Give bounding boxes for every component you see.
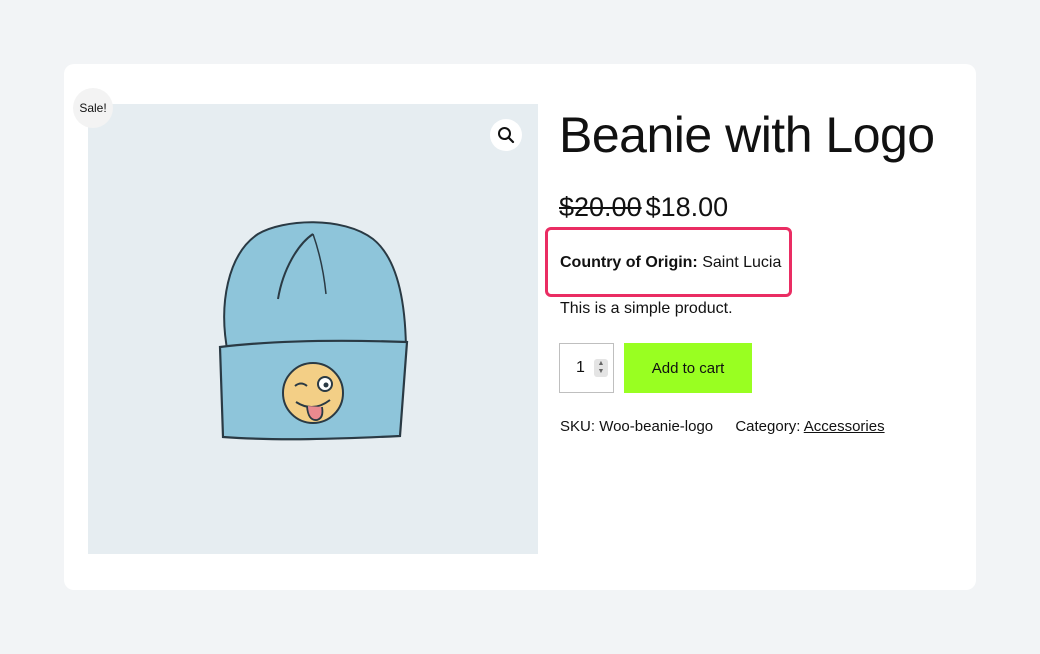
sku-label: SKU: [560, 418, 596, 435]
country-of-origin: Country of Origin: Saint Lucia [560, 254, 781, 272]
product-description: This is a simple product. [560, 300, 733, 317]
origin-label: Country of Origin: [560, 254, 698, 271]
chevron-up-icon[interactable]: ▲ [598, 360, 605, 368]
category-label: Category: [735, 418, 801, 435]
add-to-cart-button[interactable]: Add to cart [624, 343, 752, 393]
product-meta: SKU: Woo-beanie-logo Category: Accessori… [560, 418, 885, 435]
chevron-down-icon[interactable]: ▼ [598, 368, 605, 376]
zoom-button[interactable] [490, 119, 522, 151]
quantity-value[interactable]: 1 [576, 359, 590, 377]
sale-price: $18.00 [645, 192, 729, 222]
category: Category: Accessories [735, 418, 884, 435]
regular-price: $20.00 [559, 192, 642, 222]
quantity-input[interactable]: 1 ▲ ▼ [559, 343, 614, 393]
product-price: $20.00 $18.00 [559, 192, 728, 223]
category-link[interactable]: Accessories [804, 418, 885, 435]
beanie-image [218, 221, 409, 441]
product-title: Beanie with Logo [559, 107, 935, 163]
magnifier-icon [498, 127, 515, 144]
sale-badge: Sale! [73, 88, 113, 128]
sku: SKU: Woo-beanie-logo [560, 418, 717, 435]
origin-value: Saint Lucia [702, 254, 782, 271]
sku-value: Woo-beanie-logo [599, 418, 714, 435]
product-image[interactable] [88, 104, 538, 554]
quantity-stepper[interactable]: ▲ ▼ [594, 359, 608, 377]
